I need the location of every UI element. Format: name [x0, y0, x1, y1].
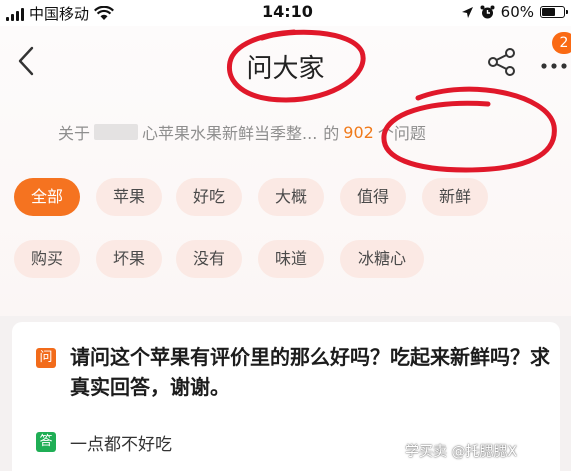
- tag-roughly[interactable]: 大概: [258, 178, 324, 216]
- signal-icon: [6, 7, 24, 21]
- product-name: 心苹果水果新鲜当季整...: [142, 124, 318, 143]
- carrier-label: 中国移动: [29, 5, 90, 23]
- clock: 14:10: [262, 2, 313, 21]
- more-icon[interactable]: [539, 62, 569, 70]
- summary-prefix: 关于: [58, 124, 91, 143]
- location-icon: [461, 6, 473, 18]
- answer-mark-icon: 答: [36, 432, 56, 452]
- battery-fill: [542, 8, 555, 16]
- status-right: 60%: [461, 3, 568, 21]
- question-summary: 关于 心苹果水果新鲜当季整... 的 902 个问题: [58, 120, 426, 144]
- battery-percent: 60%: [500, 3, 534, 21]
- annotation-circle-count: [381, 86, 557, 173]
- message-badge: 2: [552, 32, 571, 54]
- status-left: 中国移动: [6, 3, 114, 24]
- header-area: 问大家 2 关于 心苹果水果新鲜当季整... 的 902 个问题 全部 苹果 好…: [0, 26, 571, 316]
- tag-none[interactable]: 没有: [176, 240, 242, 278]
- alarm-icon: [480, 5, 495, 18]
- status-bar: 中国移动 14:10 60%: [0, 0, 571, 26]
- question-count: 902: [343, 122, 374, 142]
- tag-apple[interactable]: 苹果: [96, 178, 162, 216]
- wifi-icon: [94, 6, 114, 20]
- watermark: 学买卖 @托腮腮X: [405, 444, 518, 460]
- answer-text: 一点都不好吃: [70, 435, 172, 455]
- tag-bad-fruit[interactable]: 坏果: [96, 240, 162, 278]
- redacted-text: [94, 124, 139, 140]
- annotation-circle-title: [226, 29, 366, 103]
- question-mark-icon: 问: [36, 348, 56, 368]
- tag-fresh[interactable]: 新鲜: [422, 178, 488, 216]
- battery-icon: [540, 6, 568, 18]
- tag-honey-core[interactable]: 冰糖心: [340, 240, 424, 278]
- tag-worth[interactable]: 值得: [340, 178, 406, 216]
- question-text: 请问这个苹果有评价里的那么好吗？吃起来新鲜吗？求真实回答，谢谢。: [70, 345, 550, 399]
- tag-tasty[interactable]: 好吃: [176, 178, 242, 216]
- tag-all[interactable]: 全部: [14, 178, 80, 216]
- summary-mid: 的: [323, 124, 340, 143]
- tag-buy[interactable]: 购买: [14, 240, 80, 278]
- tag-taste[interactable]: 味道: [258, 240, 324, 278]
